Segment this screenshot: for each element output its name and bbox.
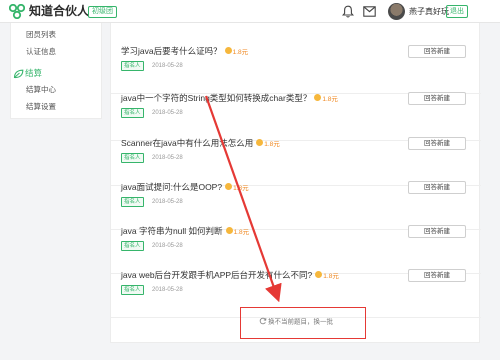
username[interactable]: 燕子真好玩 xyxy=(409,6,449,17)
avatar[interactable] xyxy=(388,3,405,20)
question-title[interactable]: Scanner在java中有什么用法怎么用 1.8元 xyxy=(121,137,280,151)
question-title[interactable]: java中一个字符的String类型如何转换成char类型？ 1.8元 xyxy=(121,92,338,106)
coin-icon xyxy=(314,94,322,102)
question-date: 2018-05-28 xyxy=(152,110,183,116)
leaf-icon xyxy=(13,69,24,78)
sidebar-section-settlement[interactable]: 结算 xyxy=(13,67,42,79)
coin-icon xyxy=(224,47,232,55)
question-tag: 指名人 xyxy=(121,197,144,207)
level-badge: 初级团 xyxy=(88,6,117,18)
coin-icon xyxy=(315,271,323,279)
sidebar-item-certification[interactable]: 认证信息 xyxy=(26,47,56,57)
question-row: java 字符串为null 如何判断 1.8元 指名人 2018-05-28 回答… xyxy=(111,225,481,274)
coin-icon xyxy=(225,183,233,191)
answer-button[interactable]: 回答新建 xyxy=(408,137,466,150)
top-bar: 知道合伙人 初级团 燕子真好玩 退出 xyxy=(0,0,500,23)
question-date: 2018-05-28 xyxy=(152,63,183,69)
reward-amount: 1.8元 xyxy=(323,273,339,280)
answer-button[interactable]: 回答新建 xyxy=(408,269,466,282)
sidebar-section-label: 结算 xyxy=(25,68,43,78)
sidebar: 团员列表 认证信息 结算 结算中心 结算设置 xyxy=(10,23,102,119)
answer-button[interactable]: 回答新建 xyxy=(408,92,466,105)
question-row: Scanner在java中有什么用法怎么用 1.8元 指名人 2018-05-28… xyxy=(111,137,481,186)
question-row: 学习java后要考什么证吗？ 1.8元 指名人 2018-05-28 回答新建 xyxy=(111,45,481,94)
question-tag: 指名人 xyxy=(121,285,144,295)
question-title[interactable]: java web后台开发跟手机APP后台开发有什么不同? 1.8元 xyxy=(121,269,339,283)
coin-icon xyxy=(256,139,264,147)
question-date: 2018-05-28 xyxy=(152,199,183,205)
question-tag: 指名人 xyxy=(121,241,144,251)
annotation-highlight-box xyxy=(240,307,366,339)
reward-amount: 1.8元 xyxy=(264,141,280,148)
question-tag: 指名人 xyxy=(121,153,144,163)
sidebar-item-members[interactable]: 团员列表 xyxy=(26,30,56,40)
sidebar-item-settlement-settings[interactable]: 结算设置 xyxy=(26,102,56,112)
bell-icon[interactable] xyxy=(342,5,354,18)
question-title[interactable]: 学习java后要考什么证吗？ 1.8元 xyxy=(121,45,248,59)
sidebar-item-settlement-center[interactable]: 结算中心 xyxy=(26,85,56,95)
answer-button[interactable]: 回答新建 xyxy=(408,45,466,58)
reward-amount: 1.8元 xyxy=(233,229,250,236)
logo-icon[interactable] xyxy=(9,4,25,19)
mail-icon[interactable] xyxy=(363,6,376,17)
logo-text[interactable]: 知道合伙人 xyxy=(29,4,89,19)
reward-amount: 1.8元 xyxy=(322,96,338,103)
question-tag: 指名人 xyxy=(121,61,144,71)
question-date: 2018-05-28 xyxy=(152,155,183,161)
question-row: java面试提问:什么是OOP? 1.8元 指名人 2018-05-28 回答新建 xyxy=(111,181,481,230)
question-tag: 指名人 xyxy=(121,108,144,118)
question-title[interactable]: java 字符串为null 如何判断 1.8元 xyxy=(121,225,249,239)
question-date: 2018-05-28 xyxy=(152,243,183,249)
question-row: java中一个字符的String类型如何转换成char类型？ 1.8元 指名人 2… xyxy=(111,92,481,141)
logout-button[interactable]: 退出 xyxy=(446,5,468,18)
reward-amount: 1.8元 xyxy=(232,49,249,56)
coin-icon xyxy=(225,227,233,235)
question-list: 学习java后要考什么证吗？ 1.8元 指名人 2018-05-28 回答新建 j… xyxy=(110,23,481,343)
reward-amount: 1.8元 xyxy=(233,185,249,192)
question-title[interactable]: java面试提问:什么是OOP? 1.8元 xyxy=(121,181,249,195)
answer-button[interactable]: 回答新建 xyxy=(408,225,466,238)
question-date: 2018-05-28 xyxy=(152,287,183,293)
answer-button[interactable]: 回答新建 xyxy=(408,181,466,194)
